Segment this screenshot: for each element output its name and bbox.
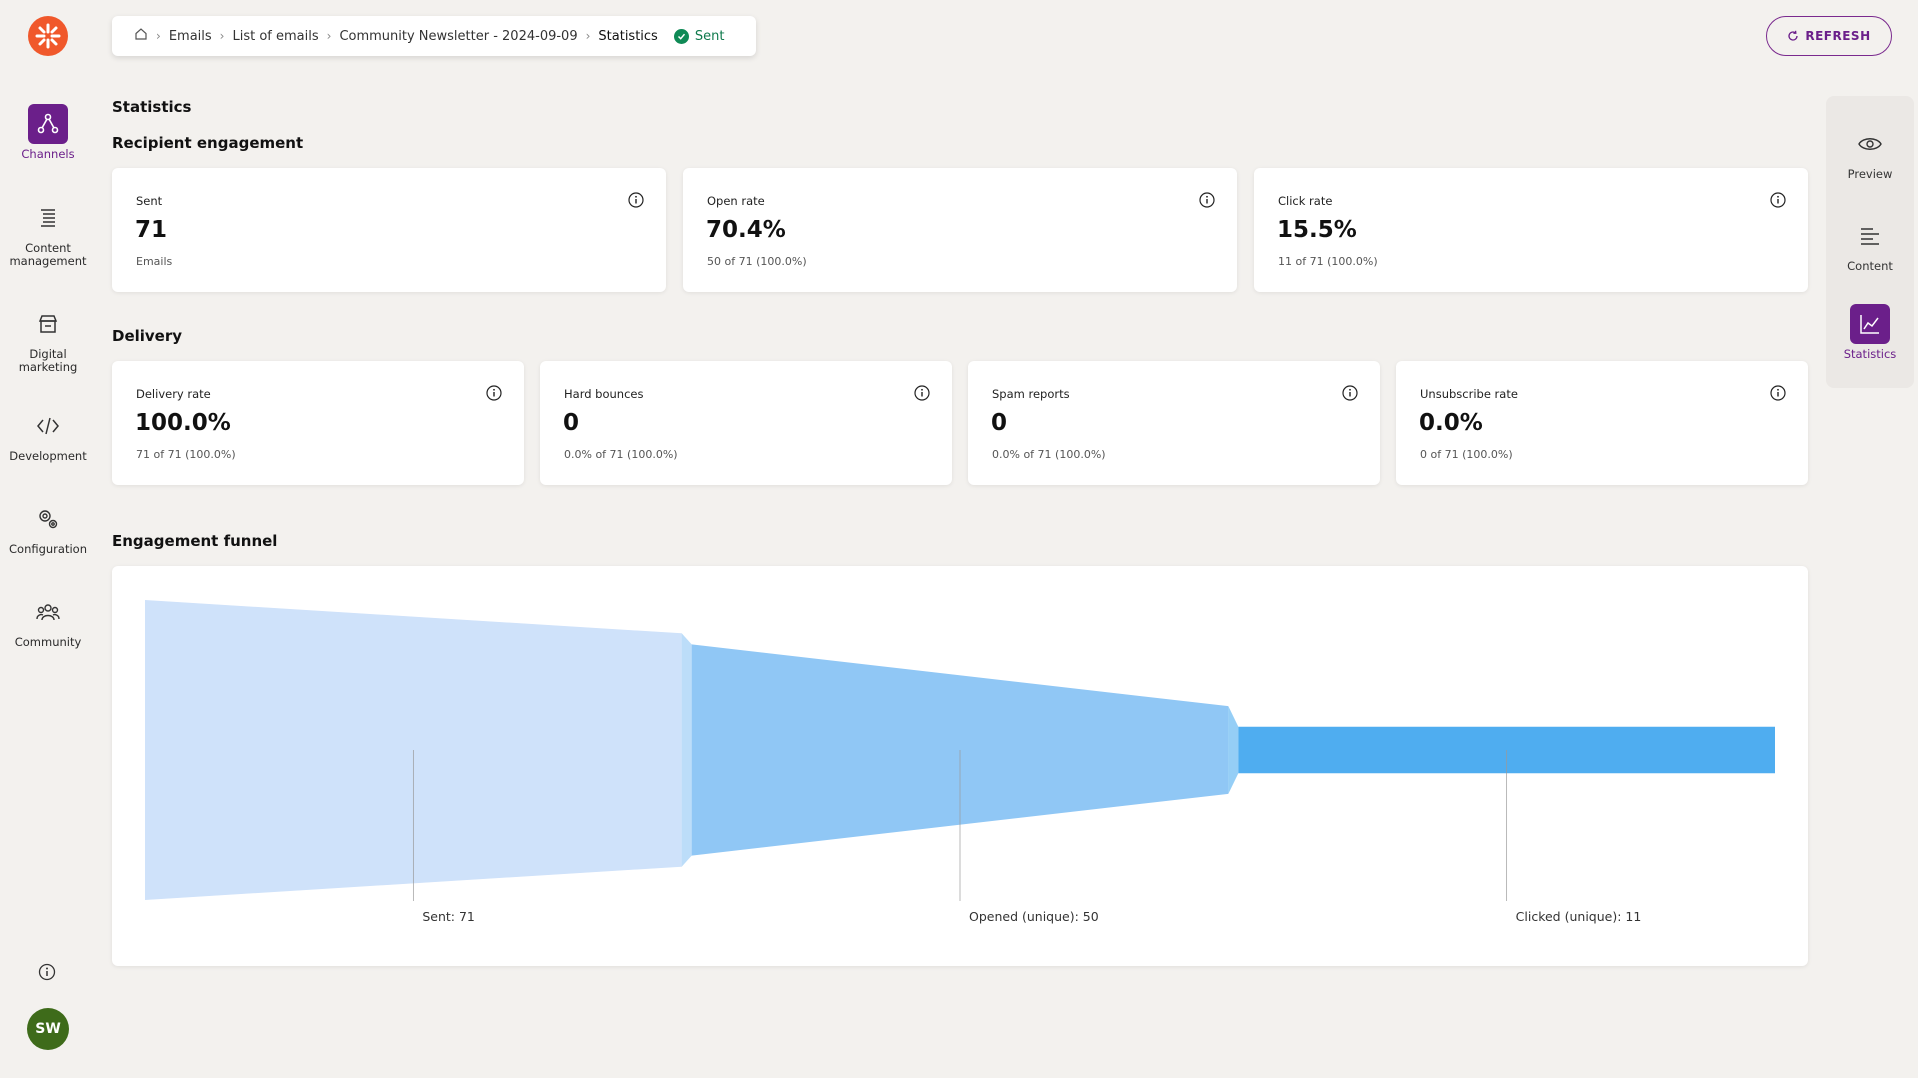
funnel-label-2: Clicked (unique): 11 (1516, 909, 1642, 924)
info-icon[interactable] (628, 192, 644, 212)
info-icon[interactable] (914, 385, 930, 405)
panel-label-content: Content (1847, 259, 1893, 273)
panel-item-content[interactable]: Content (1826, 216, 1914, 273)
app-logo[interactable] (28, 16, 68, 56)
community-icon (28, 592, 68, 632)
funnel-connector-1 (1228, 706, 1239, 794)
panel-item-statistics[interactable]: Statistics (1826, 304, 1914, 361)
right-side-panel: Preview Content Statistics (1826, 96, 1914, 388)
info-icon[interactable] (486, 385, 502, 405)
chevron-right-icon: › (219, 29, 225, 43)
card-subtitle: 0 of 71 (100.0%) (1420, 448, 1513, 461)
chevron-right-icon: › (585, 29, 591, 43)
nav-item-configuration[interactable]: Configuration (0, 499, 96, 556)
refresh-button[interactable]: REFRESH (1766, 16, 1892, 56)
card-title: Sent (136, 194, 163, 208)
status-badge: Sent (673, 28, 725, 44)
card-subtitle: 71 of 71 (100.0%) (136, 448, 236, 461)
nav-label-content-management: Content management (9, 241, 87, 268)
card-value: 70.4% (706, 217, 786, 243)
funnel-connector-0 (681, 633, 692, 867)
funnel-svg: Sent: 71 Opened (unique): 50 Clicked (uniq… (145, 600, 1775, 924)
card-value: 100.0% (135, 410, 231, 436)
nav-label-community: Community (14, 635, 82, 649)
check-circle-icon (673, 28, 689, 44)
code-icon (28, 406, 68, 446)
home-icon[interactable] (134, 27, 148, 45)
breadcrumb-emails[interactable]: Emails (169, 29, 212, 44)
nav-label-configuration: Configuration (9, 542, 87, 556)
nav-label-digital-marketing: Digital marketing (18, 347, 78, 374)
channels-icon (28, 104, 68, 144)
user-avatar[interactable]: SW (27, 1008, 69, 1050)
nav-item-channels[interactable]: Channels (0, 104, 96, 161)
card-subtitle: 50 of 71 (100.0%) (707, 255, 807, 268)
chevron-right-icon: › (156, 29, 161, 43)
funnel-label-0: Sent: 71 (422, 909, 475, 924)
card-subtitle: Emails (136, 255, 173, 268)
breadcrumb: › Emails › List of emails › Community Ne… (112, 16, 756, 56)
card-title: Delivery rate (136, 387, 211, 401)
status-text: Sent (694, 28, 725, 44)
card-title: Hard bounces (564, 387, 644, 401)
card-value: 71 (135, 217, 168, 243)
refresh-icon (1788, 30, 1799, 41)
card-subtitle: 11 of 71 (100.0%) (1278, 255, 1378, 268)
section-heading-funnel: Engagement funnel (112, 532, 278, 550)
left-navigation: Channels Content management Digital mark… (0, 0, 96, 1078)
nav-label-development: Development (9, 449, 87, 463)
breadcrumb-list-of-emails[interactable]: List of emails (232, 29, 318, 44)
stat-card-sent: Sent 71 Emails (112, 168, 666, 292)
card-value: 15.5% (1277, 217, 1357, 243)
chart-icon (1850, 304, 1890, 344)
stat-card-delivery-rate: Delivery rate 100.0% 71 of 71 (100.0%) (112, 361, 524, 485)
breadcrumb-newsletter[interactable]: Community Newsletter - 2024-09-09 (339, 29, 577, 44)
stat-card-click-rate: Click rate 15.5% 11 of 71 (100.0%) (1254, 168, 1808, 292)
stat-card-open-rate: Open rate 70.4% 50 of 71 (100.0%) (683, 168, 1237, 292)
info-icon[interactable] (1770, 192, 1786, 212)
card-subtitle: 0.0% of 71 (100.0%) (992, 448, 1106, 461)
panel-label-preview: Preview (1847, 167, 1893, 181)
nav-label-channels: Channels (21, 147, 75, 161)
card-subtitle: 0.0% of 71 (100.0%) (564, 448, 678, 461)
content-management-icon (28, 198, 68, 238)
panel-label-statistics: Statistics (1843, 347, 1897, 361)
nav-item-digital-marketing[interactable]: Digital marketing (0, 304, 96, 374)
refresh-label: REFRESH (1805, 29, 1871, 43)
gear-icon (28, 499, 68, 539)
panel-item-preview[interactable]: Preview (1826, 124, 1914, 181)
card-title: Click rate (1278, 194, 1333, 208)
info-icon[interactable] (1770, 385, 1786, 405)
help-info-icon[interactable] (38, 963, 56, 985)
stat-card-hard-bounces: Hard bounces 0 0.0% of 71 (100.0%) (540, 361, 952, 485)
nav-item-community[interactable]: Community (0, 592, 96, 649)
content-lines-icon (1850, 216, 1890, 256)
nav-item-development[interactable]: Development (0, 406, 96, 463)
card-value: 0.0% (1419, 410, 1483, 436)
stat-card-spam-reports: Spam reports 0 0.0% of 71 (100.0%) (968, 361, 1380, 485)
card-title: Open rate (707, 194, 765, 208)
card-value: 0 (563, 410, 580, 436)
eye-icon (1850, 124, 1890, 164)
section-heading-delivery: Delivery (112, 327, 183, 345)
info-icon[interactable] (1199, 192, 1215, 212)
info-icon[interactable] (1342, 385, 1358, 405)
page-title: Statistics (112, 98, 192, 116)
nav-item-content-management[interactable]: Content management (0, 198, 96, 268)
card-value: 0 (991, 410, 1008, 436)
card-title: Unsubscribe rate (1420, 387, 1518, 401)
logo-icon (35, 23, 61, 49)
funnel-label-1: Opened (unique): 50 (969, 909, 1099, 924)
breadcrumb-statistics: Statistics (598, 28, 658, 44)
chevron-right-icon: › (326, 29, 332, 43)
card-title: Spam reports (992, 387, 1070, 401)
digital-marketing-icon (28, 304, 68, 344)
stat-card-unsubscribe-rate: Unsubscribe rate 0.0% 0 of 71 (100.0%) (1396, 361, 1808, 485)
engagement-funnel-chart: Sent: 71 Opened (unique): 50 Clicked (uniq… (112, 566, 1808, 966)
section-heading-engagement: Recipient engagement (112, 134, 304, 152)
